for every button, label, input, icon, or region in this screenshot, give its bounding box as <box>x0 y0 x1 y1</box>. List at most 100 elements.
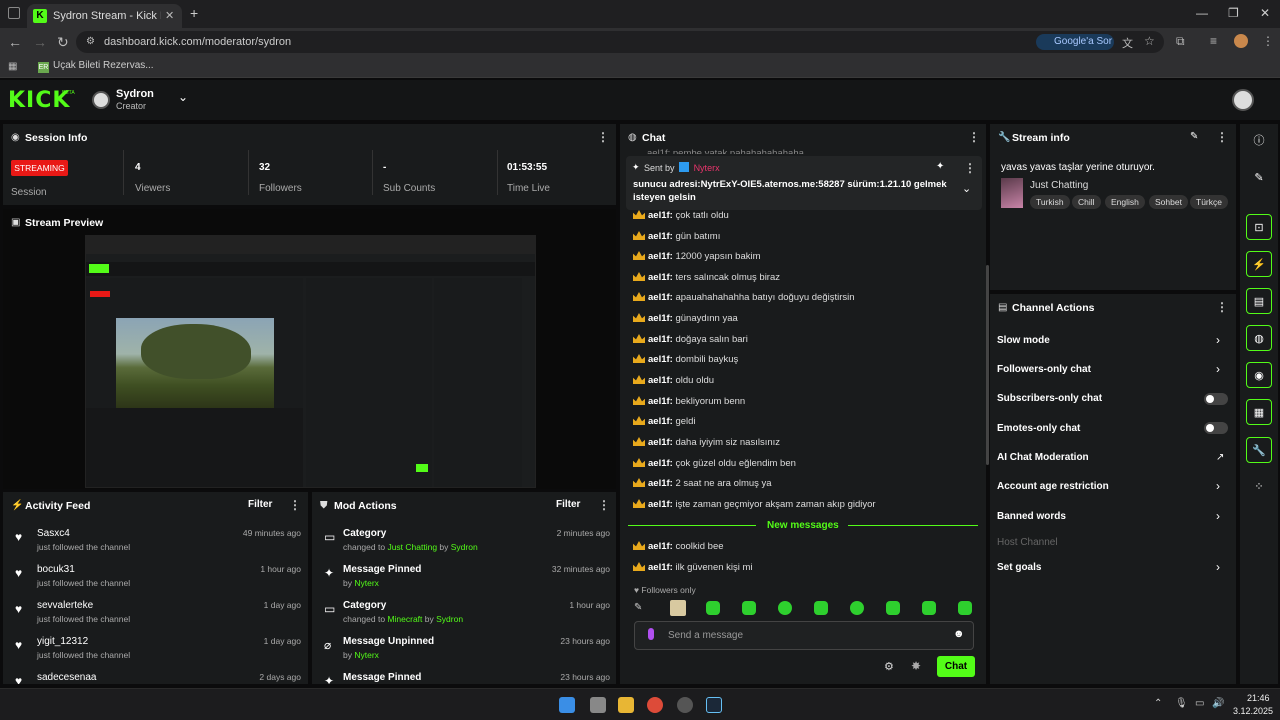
channel-dropdown-chevron-icon[interactable]: ⌄ <box>178 90 188 104</box>
emote-green-5-icon[interactable] <box>850 601 864 615</box>
chat-message[interactable]: ael1f: 2 saat ne ara olmuş ya <box>633 478 772 496</box>
volume-tray-icon[interactable]: 🔊 <box>1212 698 1224 709</box>
mod-target[interactable]: Minecraft <box>387 614 422 624</box>
chat-message[interactable]: ael1f: gün batımı <box>633 231 720 249</box>
new-tab-button[interactable]: + <box>190 5 198 21</box>
chat-username[interactable]: ael1f: <box>648 354 673 365</box>
chat-bubble-side-icon[interactable]: ◍ <box>1246 325 1272 351</box>
translate-icon[interactable]: 文 <box>1122 35 1133 51</box>
chat-username[interactable]: ael1f: <box>648 251 673 262</box>
emoji-icon[interactable]: ☻ <box>953 628 965 640</box>
banned-words-item[interactable]: Banned words <box>997 511 1066 522</box>
back-arrow-icon[interactable]: ← <box>8 34 22 50</box>
chat-menu-icon[interactable]: ⋮ <box>968 130 980 144</box>
chat-message[interactable]: ael1f: coolkid bee <box>633 541 724 559</box>
chat-username[interactable]: ael1f: <box>648 272 673 283</box>
emote-doge-icon[interactable] <box>670 600 686 616</box>
emote-green-7-icon[interactable] <box>922 601 936 615</box>
chat-message[interactable]: ael1f: ters salıncak olmuş biraz <box>633 272 780 290</box>
activity-filter-button[interactable]: Filter <box>248 499 272 510</box>
mic-tray-icon[interactable]: 🎙 <box>1175 698 1188 709</box>
category-name[interactable]: Just Chatting <box>1030 180 1088 191</box>
chat-username[interactable]: ael1f: <box>648 416 673 427</box>
app-icon[interactable] <box>677 697 693 713</box>
chevron-right-icon[interactable]: › <box>1216 362 1220 376</box>
extensions-icon[interactable]: ⧉ <box>1176 34 1185 49</box>
tag-turkish[interactable]: Turkish <box>1030 195 1070 209</box>
chat-message[interactable]: ael1f: doğaya salın bari <box>633 334 748 352</box>
activity-user[interactable]: Sasxc4 <box>37 528 70 539</box>
chevron-right-icon[interactable]: › <box>1216 509 1220 523</box>
chat-settings-icon[interactable]: ⚙ <box>884 660 894 673</box>
chat-username[interactable]: ael1f: <box>648 210 673 221</box>
apps-dots-icon[interactable]: ⁘ <box>1246 474 1272 500</box>
mod-target[interactable]: Just Chatting <box>387 542 437 552</box>
bookmark-item[interactable]: ER Uçak Bileti Rezervas... <box>38 60 154 73</box>
chat-username[interactable]: ael1f: <box>648 375 673 386</box>
subscribers-only-toggle[interactable] <box>1204 393 1228 405</box>
emotes-only-item[interactable]: Emotes-only chat <box>997 423 1080 434</box>
mic-icon[interactable] <box>648 628 654 640</box>
chevron-right-icon[interactable]: › <box>1216 560 1220 574</box>
emote-green-2-icon[interactable] <box>742 601 756 615</box>
chat-username[interactable]: ael1f: <box>648 478 673 489</box>
chat-message[interactable]: ael1f: apauahahahahha batıyı doğuyu deği… <box>633 292 855 310</box>
emote-green-4-icon[interactable] <box>814 601 828 615</box>
channel-actions-menu-icon[interactable]: ⋮ <box>1216 300 1228 314</box>
chat-username[interactable]: ael1f: <box>648 292 673 303</box>
chat-username[interactable]: ael1f: <box>648 458 673 469</box>
wrench-side-icon[interactable]: 🔧 <box>1246 437 1272 463</box>
apps-grid-icon[interactable]: ▦ <box>8 61 17 72</box>
emote-feather-icon[interactable]: ✎ <box>634 602 642 613</box>
browser-tab[interactable]: K Sydron Stream - Kick Dashboard ✕ <box>27 4 182 28</box>
chat-message[interactable]: ael1f: oldu oldu <box>633 375 714 393</box>
tray-chevron-icon[interactable]: ⌃ <box>1154 698 1162 709</box>
layout-icon[interactable]: ▦ <box>1246 399 1272 425</box>
set-goals-item[interactable]: Set goals <box>997 562 1041 573</box>
followers-only-item[interactable]: Followers-only chat <box>997 364 1091 375</box>
chat-scrollbar[interactable] <box>986 265 989 465</box>
chevron-right-icon[interactable]: › <box>1216 333 1220 347</box>
activity-menu-icon[interactable]: ⋮ <box>289 498 301 512</box>
display-tray-icon[interactable]: ▭ <box>1195 698 1204 709</box>
user-avatar[interactable] <box>1232 89 1254 111</box>
new-messages-label[interactable]: New messages <box>767 520 839 531</box>
tab-search-icon[interactable] <box>8 7 20 19</box>
chat-message[interactable]: ael1f: ilk güvenen kişi mi <box>633 562 753 580</box>
activity-user[interactable]: sadecesenaa <box>37 672 97 683</box>
clipboard-icon[interactable]: ▤ <box>1246 288 1272 314</box>
chat-message[interactable]: ael1f: daha iyiyim siz nasılsınız <box>633 437 780 455</box>
screenshot-icon[interactable]: ⊡ <box>1246 214 1272 240</box>
tab-close-icon[interactable]: ✕ <box>165 9 174 22</box>
chat-input-box[interactable]: Send a message ☻ <box>634 621 974 650</box>
clock-date[interactable]: 3.12.2025 <box>1233 706 1273 716</box>
browser-menu-icon[interactable]: ⋮ <box>1262 34 1274 48</box>
bookmark-star-icon[interactable]: ☆ <box>1144 34 1155 48</box>
google-sor-button[interactable]: Google'a Sor <box>1036 34 1114 50</box>
chat-username[interactable]: ael1f: <box>648 313 673 324</box>
account-age-item[interactable]: Account age restriction <box>997 481 1109 492</box>
expand-chevron-icon[interactable]: ⌄ <box>962 182 971 195</box>
mod-by[interactable]: Nyterx <box>354 650 379 660</box>
minimize-button[interactable]: — <box>1196 6 1208 20</box>
chat-username[interactable]: ael1f: <box>648 396 673 407</box>
mod-menu-icon[interactable]: ⋮ <box>598 498 610 512</box>
broadcast-side-icon[interactable]: ◉ <box>1246 362 1272 388</box>
emote-green-8-icon[interactable] <box>958 601 972 615</box>
stream-info-menu-icon[interactable]: ⋮ <box>1216 130 1228 144</box>
chat-username[interactable]: ael1f: <box>648 541 673 552</box>
tag-turkce[interactable]: Türkçe <box>1190 195 1228 209</box>
pinned-menu-icon[interactable]: ⋮ <box>964 161 976 175</box>
slow-mode-item[interactable]: Slow mode <box>997 335 1050 346</box>
chat-message[interactable]: ael1f: dombili baykuş <box>633 354 738 372</box>
window-close-button[interactable]: ✕ <box>1260 6 1270 20</box>
tag-english[interactable]: English <box>1105 195 1145 209</box>
pinned-sender[interactable]: Nyterx <box>694 163 720 173</box>
info-icon[interactable]: ⓘ <box>1246 128 1272 154</box>
steam-icon[interactable] <box>706 697 722 713</box>
chat-mod-icon[interactable]: ✸ <box>911 659 921 673</box>
activity-user[interactable]: bocuk31 <box>37 564 75 575</box>
site-info-icon[interactable]: ⚙ <box>86 36 95 47</box>
clock-time[interactable]: 21:46 <box>1247 693 1270 703</box>
stream-video[interactable] <box>85 235 536 488</box>
